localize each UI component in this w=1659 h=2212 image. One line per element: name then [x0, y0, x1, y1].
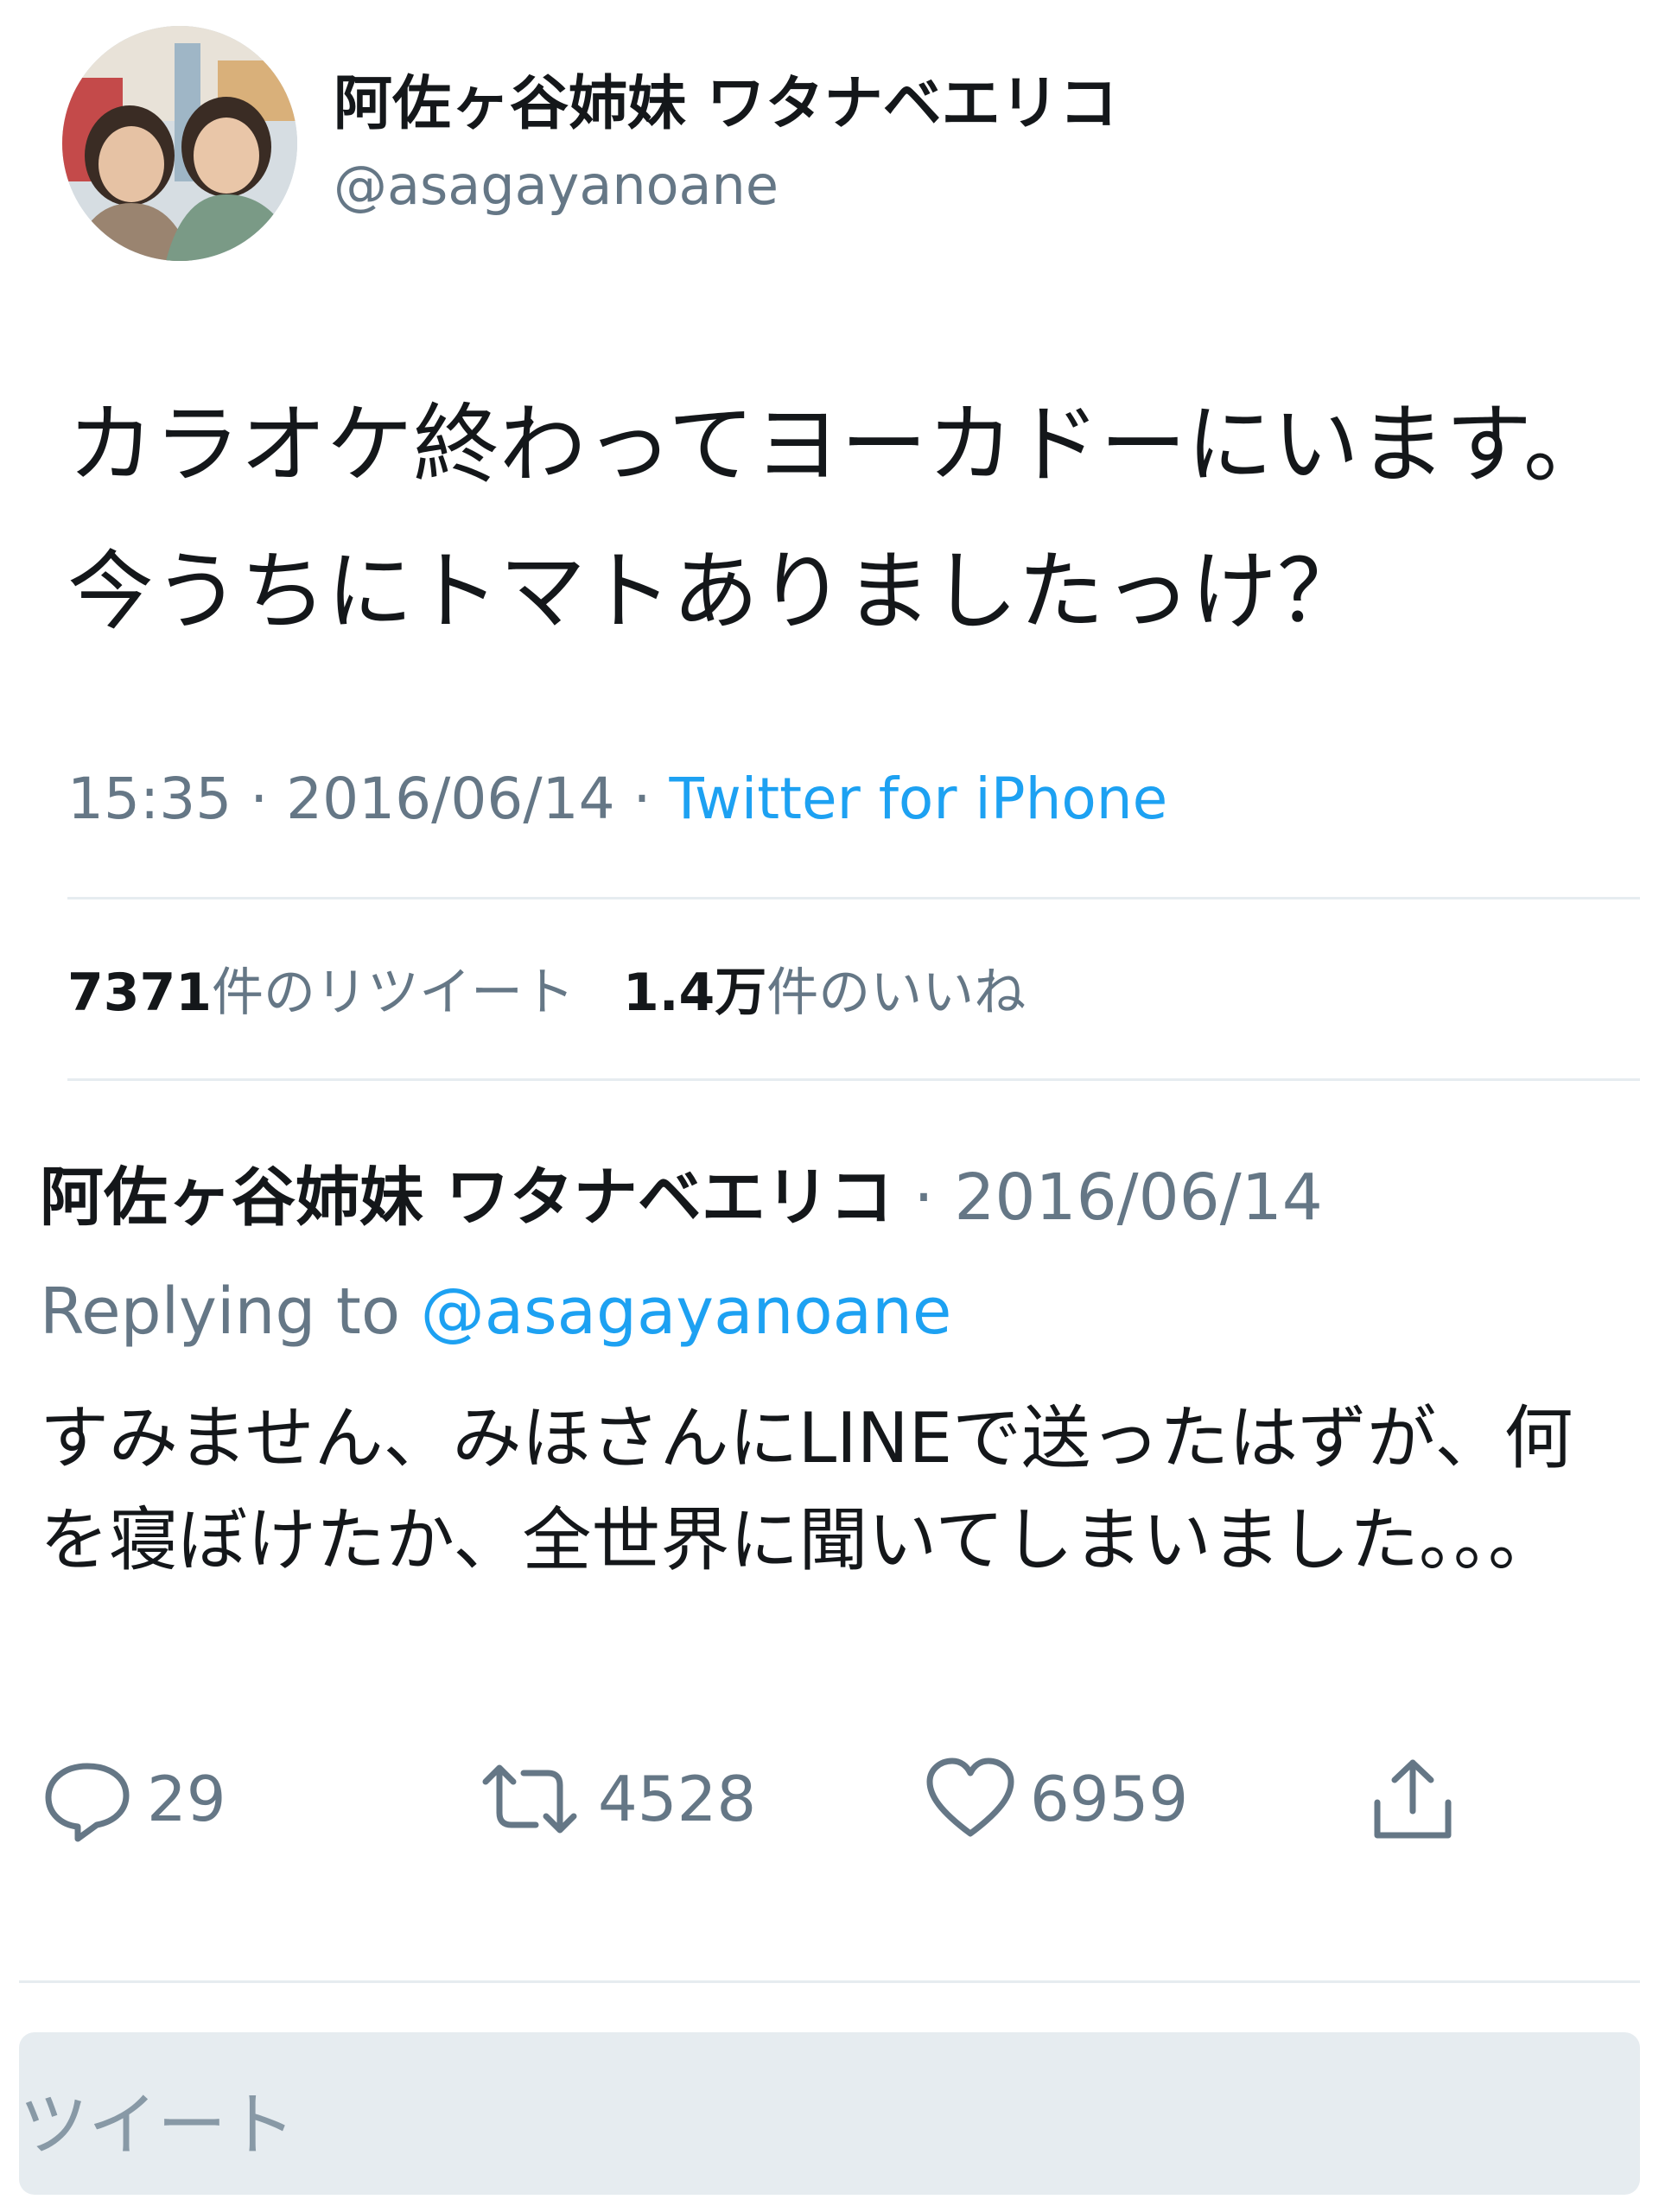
tweet-source-link[interactable]: Twitter for iPhone: [670, 766, 1168, 832]
retweets-label: 件のリツイート: [212, 963, 575, 1023]
retweet-button[interactable]: 4528: [474, 1756, 756, 1842]
like-count: 6959: [1030, 1763, 1189, 1835]
share-button[interactable]: [1365, 1756, 1460, 1842]
tweet-date: 2016/06/14: [286, 766, 615, 832]
reply-text: すみません、みほさんにLINEで送ったはずが、何を寝ぼけたか、全世界に聞いてしま…: [40, 1398, 1573, 1580]
replying-prefix: Replying to: [40, 1274, 401, 1349]
avatar-photo: [62, 26, 297, 261]
replying-handle-link[interactable]: @asagayanoane: [421, 1274, 952, 1349]
reply-header: 阿佐ヶ谷姉妹 ワタナベエリコ · 2016/06/14: [40, 1154, 1323, 1241]
avatar[interactable]: [62, 26, 297, 261]
reply-count: 29: [147, 1763, 226, 1835]
heart-icon: [926, 1758, 1014, 1837]
divider: [67, 897, 1640, 899]
retweets-stat[interactable]: 7371件のリツイート: [67, 963, 575, 1023]
meta-separator: ·: [250, 766, 269, 832]
display-name[interactable]: 阿佐ヶ谷姉妹 ワタナベエリコ: [334, 66, 1118, 143]
retweet-count: 4528: [598, 1763, 757, 1835]
retweets-count: 7371: [67, 963, 212, 1023]
likes-label: 件のいいね: [766, 963, 1027, 1023]
tweet-stats: 7371件のリツイート 1.4万件のいいね: [67, 954, 1026, 1032]
divider: [67, 1078, 1640, 1081]
meta-separator: ·: [632, 766, 652, 832]
tweet-text: カラオケ終わってヨーカドーにいます。今うちにトマトありましたっけ？: [67, 394, 1610, 642]
tweet-meta: 15:35 · 2016/06/14 · Twitter for iPhone: [67, 760, 1167, 838]
reply-button[interactable]: 29: [40, 1756, 226, 1842]
tweet-time: 15:35: [67, 766, 232, 832]
retweet-icon: [482, 1764, 577, 1834]
likes-count: 1.4万: [623, 963, 767, 1023]
reply-date: · 2016/06/14: [913, 1160, 1323, 1235]
like-button[interactable]: 6959: [923, 1756, 1188, 1842]
compose-separator: [19, 1980, 1640, 1983]
replying-to: Replying to @asagayanoane: [40, 1268, 951, 1355]
reply-icon: [45, 1763, 130, 1842]
likes-stat[interactable]: 1.4万件のいいね: [623, 963, 1026, 1023]
share-icon: [1374, 1759, 1452, 1839]
reply-display-name[interactable]: 阿佐ヶ谷姉妹 ワタナベエリコ: [40, 1160, 893, 1235]
handle[interactable]: @asagayanoane: [334, 151, 779, 220]
compose-placeholder: ツイート: [19, 2085, 296, 2165]
